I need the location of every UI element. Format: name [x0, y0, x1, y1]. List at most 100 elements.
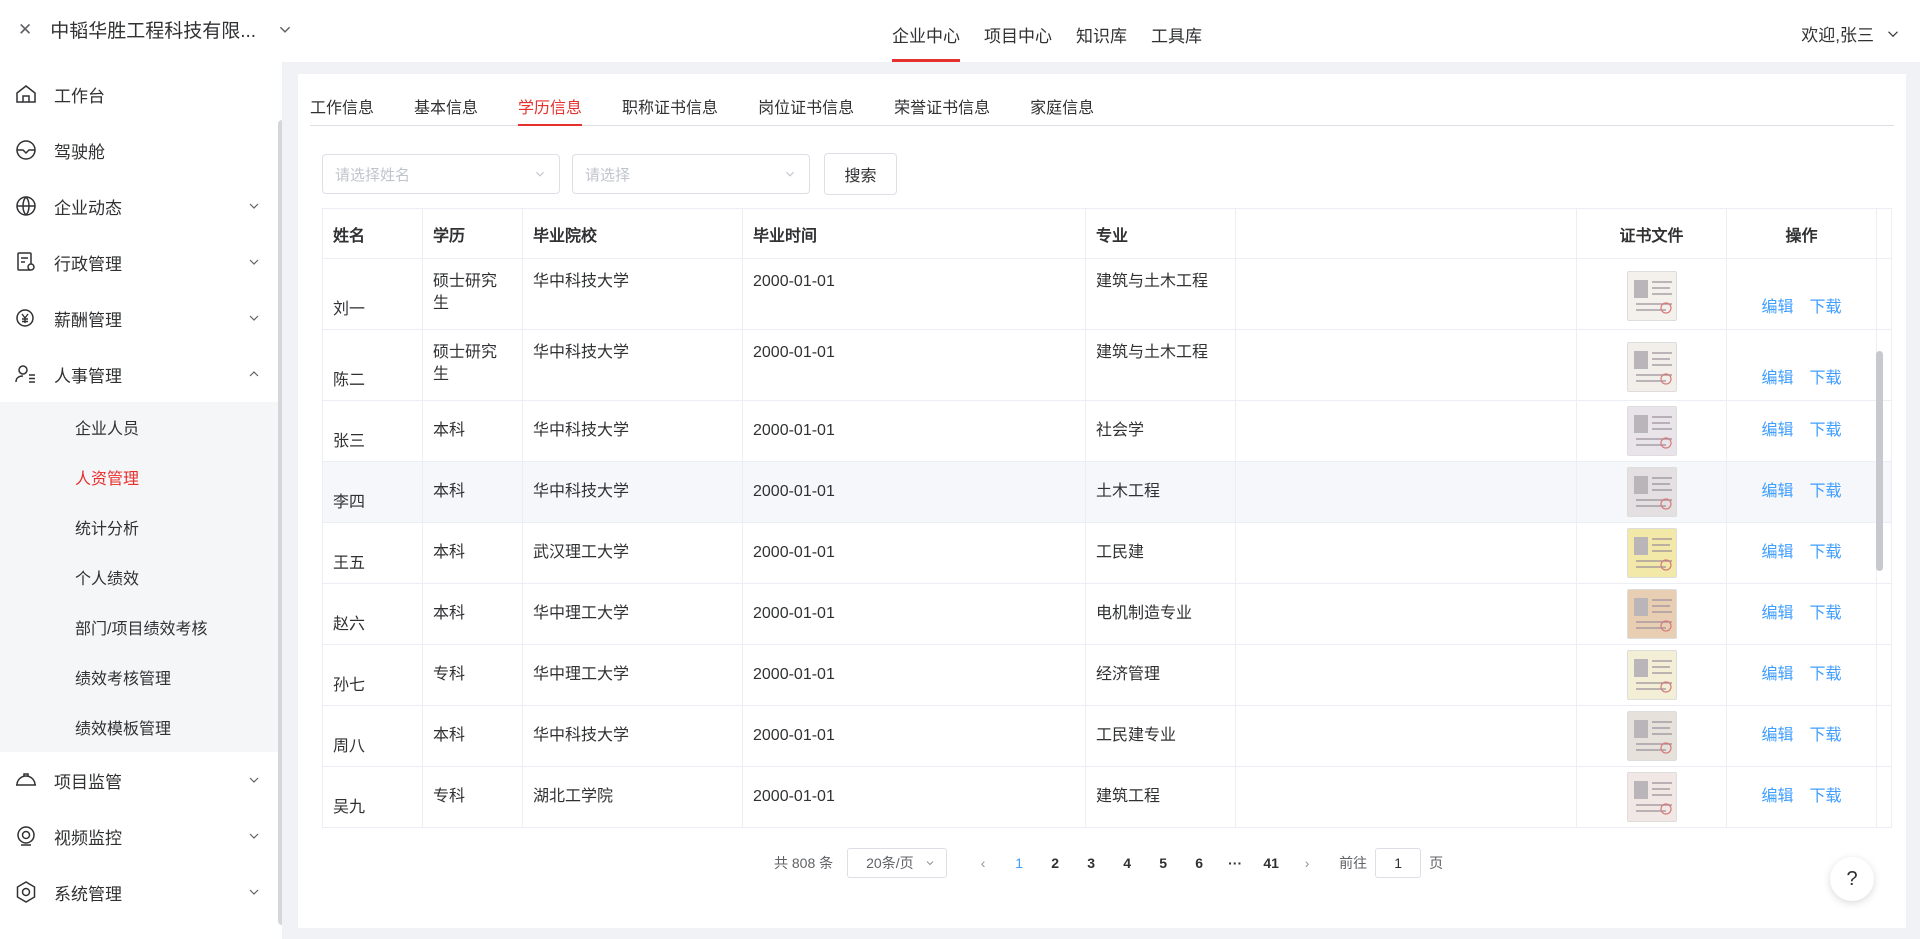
edit-link[interactable]: 编辑	[1761, 664, 1793, 686]
date-cell: 2000-01-01	[743, 767, 1086, 827]
more-pages-icon[interactable]: ···	[1217, 855, 1253, 871]
page-number[interactable]: 2	[1037, 855, 1073, 871]
tab-item[interactable]: 岗位证书信息	[758, 94, 854, 125]
tab-item[interactable]: 家庭信息	[1030, 94, 1094, 125]
sidebar-item[interactable]: 企业动态	[0, 178, 282, 234]
submenu-item[interactable]: 部门/项目绩效考核	[0, 602, 282, 652]
page-number[interactable]: 5	[1145, 855, 1181, 871]
row-actions: 编辑 下载	[1727, 725, 1876, 747]
goto-page-input[interactable]: 1	[1375, 848, 1422, 878]
page-number[interactable]: 1	[1001, 855, 1037, 871]
edit-link[interactable]: 编辑	[1761, 725, 1793, 747]
major-cell: 建筑工程	[1086, 767, 1236, 827]
sidebar-item[interactable]: 工作台	[0, 66, 282, 122]
tab-item[interactable]: 荣誉证书信息	[894, 94, 990, 125]
edit-link[interactable]: 编辑	[1761, 786, 1793, 808]
edit-link[interactable]: 编辑	[1761, 542, 1793, 564]
download-link[interactable]: 下载	[1810, 297, 1842, 319]
major-cell: 建筑与土木工程	[1086, 330, 1236, 400]
sidebar-item[interactable]: 视频监控	[0, 808, 282, 864]
table-row[interactable]: 刘一 硕士研究生 华中科技大学 2000-01-01 建筑与土木工程 编辑 下载	[323, 259, 1891, 330]
table-row[interactable]: 吴九 专科 湖北工学院 2000-01-01 建筑工程 编辑 下载	[323, 767, 1891, 827]
page-size-select[interactable]: 20条/页	[847, 848, 948, 878]
tab-item[interactable]: 学历信息	[518, 94, 583, 126]
certificate-thumbnail[interactable]	[1626, 528, 1677, 578]
user-menu[interactable]: 欢迎,张三	[1801, 21, 1902, 46]
next-page-icon[interactable]: ›	[1289, 855, 1325, 871]
search-button[interactable]: 搜索	[824, 153, 897, 195]
hexagon-settings-icon	[16, 881, 36, 903]
table-row[interactable]: 周八 本科 华中科技大学 2000-01-01 工民建专业 编辑 下载	[323, 706, 1891, 767]
submenu-item[interactable]: 绩效考核管理	[0, 652, 282, 702]
edit-link[interactable]: 编辑	[1761, 297, 1793, 319]
certificate-thumbnail[interactable]	[1626, 406, 1677, 456]
top-nav-item[interactable]: 企业中心	[880, 0, 972, 62]
submenu-item[interactable]: 企业人员	[0, 402, 282, 452]
tab-item[interactable]: 基本信息	[414, 94, 478, 125]
submenu-item[interactable]: 统计分析	[0, 502, 282, 552]
tab-item[interactable]: 工作信息	[310, 94, 374, 125]
edit-link[interactable]: 编辑	[1761, 603, 1793, 625]
close-icon[interactable]: ✕	[18, 20, 32, 40]
certificate-cell	[1577, 259, 1727, 329]
table-row[interactable]: 王五 本科 武汉理工大学 2000-01-01 工民建 编辑 下载	[323, 523, 1891, 584]
help-button[interactable]: ?	[1830, 857, 1874, 901]
chevron-down-icon[interactable]	[274, 19, 296, 41]
submenu-item[interactable]: 绩效模板管理	[0, 702, 282, 752]
certificate-thumbnail[interactable]	[1626, 711, 1677, 761]
download-link[interactable]: 下载	[1810, 603, 1842, 625]
edit-link[interactable]: 编辑	[1761, 481, 1793, 503]
name-select[interactable]: 请选择姓名	[322, 154, 560, 194]
top-nav-item[interactable]: 项目中心	[972, 0, 1064, 62]
sidebar-item[interactable]: 人事管理	[0, 346, 282, 402]
sidebar-item[interactable]: 行政管理	[0, 234, 282, 290]
download-link[interactable]: 下载	[1810, 725, 1842, 747]
company-switcher[interactable]: ✕ 中韬华胜工程科技有限...	[18, 16, 296, 43]
edit-link[interactable]: 编辑	[1761, 420, 1793, 442]
home-icon	[16, 85, 36, 103]
top-nav-item[interactable]: 知识库	[1064, 0, 1139, 62]
row-actions: 编辑 下载	[1727, 297, 1876, 319]
submenu-item[interactable]: 人资管理	[0, 452, 282, 502]
sidebar-item[interactable]: 薪酬管理	[0, 290, 282, 346]
download-link[interactable]: 下载	[1810, 542, 1842, 564]
certificate-cell	[1577, 767, 1727, 827]
sidebar-scrollbar[interactable]	[278, 120, 282, 925]
certificate-thumbnail[interactable]	[1626, 342, 1677, 392]
table-row[interactable]: 李四 本科 华中科技大学 2000-01-01 土木工程 编辑 下载	[323, 462, 1891, 523]
sidebar-item[interactable]: 驾驶舱	[0, 122, 282, 178]
top-nav-item[interactable]: 工具库	[1139, 0, 1214, 62]
download-link[interactable]: 下载	[1810, 368, 1842, 390]
chevron-down-icon[interactable]	[1884, 25, 1902, 43]
table-row[interactable]: 陈二 硕士研究生 华中科技大学 2000-01-01 建筑与土木工程 编辑 下载	[323, 330, 1891, 401]
table-row[interactable]: 孙七 专科 华中理工大学 2000-01-01 经济管理 编辑 下载	[323, 645, 1891, 706]
sidebar-item[interactable]: 知识库	[0, 920, 282, 939]
page-number[interactable]: 41	[1253, 855, 1289, 871]
name-cell: 孙七	[323, 645, 423, 705]
download-link[interactable]: 下载	[1810, 664, 1842, 686]
table-scrollbar[interactable]	[1876, 351, 1883, 571]
degree-cell: 专科	[423, 645, 523, 705]
page-number[interactable]: 3	[1073, 855, 1109, 871]
edit-link[interactable]: 编辑	[1761, 368, 1793, 390]
download-link[interactable]: 下载	[1810, 786, 1842, 808]
operations-cell: 编辑 下载	[1727, 584, 1877, 644]
sidebar-item[interactable]: 项目监管	[0, 752, 282, 808]
certificate-thumbnail[interactable]	[1626, 650, 1677, 700]
certificate-thumbnail[interactable]	[1626, 467, 1677, 517]
page-number[interactable]: 4	[1109, 855, 1145, 871]
table-row[interactable]: 张三 本科 华中科技大学 2000-01-01 社会学 编辑 下载	[323, 401, 1891, 462]
certificate-thumbnail[interactable]	[1626, 271, 1677, 321]
certificate-thumbnail[interactable]	[1626, 772, 1677, 822]
prev-page-icon[interactable]: ‹	[965, 855, 1001, 871]
download-link[interactable]: 下载	[1810, 420, 1842, 442]
table-row[interactable]: 赵六 本科 华中理工大学 2000-01-01 电机制造专业 编辑 下载	[323, 584, 1891, 645]
tab-item[interactable]: 职称证书信息	[622, 94, 718, 125]
filter-select[interactable]: 请选择	[572, 154, 810, 194]
school-cell: 华中科技大学	[523, 330, 743, 400]
sidebar-item[interactable]: 系统管理	[0, 864, 282, 920]
certificate-thumbnail[interactable]	[1626, 589, 1677, 639]
page-number[interactable]: 6	[1181, 855, 1217, 871]
submenu-item[interactable]: 个人绩效	[0, 552, 282, 602]
download-link[interactable]: 下载	[1810, 481, 1842, 503]
